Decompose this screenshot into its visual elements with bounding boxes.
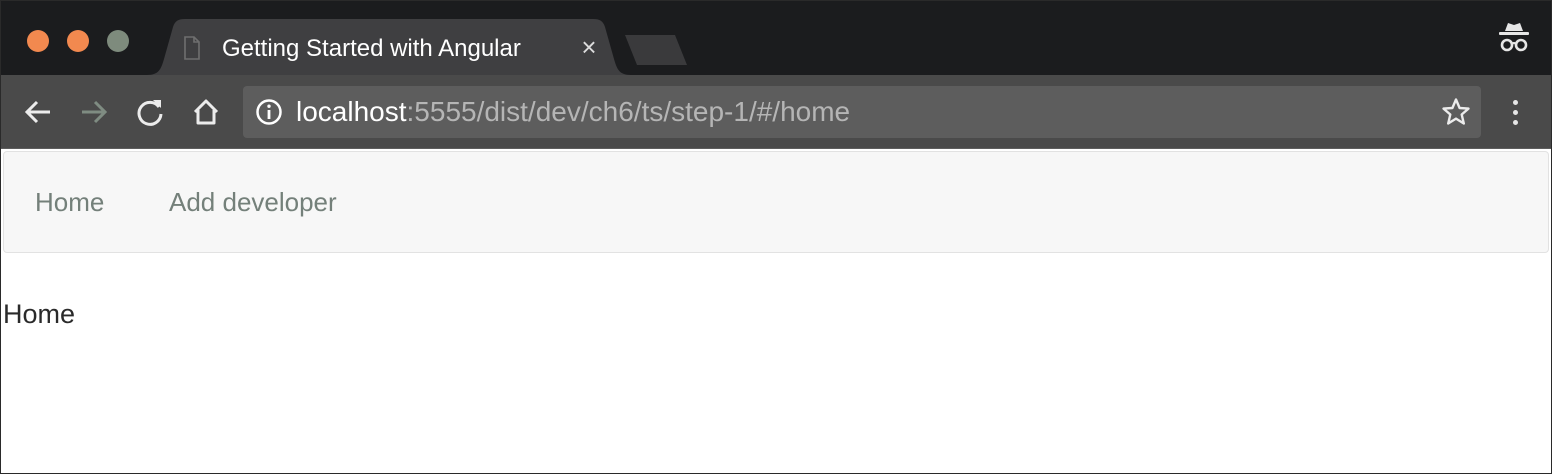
window-close-button[interactable]: [27, 30, 49, 52]
arrow-right-icon: [82, 100, 108, 124]
window-minimize-button[interactable]: [67, 30, 89, 52]
home-button[interactable]: [188, 94, 224, 130]
browser-window: Getting Started with Angular × localhost…: [0, 0, 1552, 474]
menu-dot: [1512, 119, 1518, 125]
forward-button[interactable]: [76, 94, 112, 130]
nav-link-home[interactable]: Home: [35, 187, 104, 218]
info-icon[interactable]: [255, 98, 283, 126]
url-path: :5555/dist/dev/ch6/ts/step-1/#/home: [406, 96, 851, 127]
url-host: localhost: [296, 96, 407, 127]
star-icon[interactable]: [1441, 97, 1471, 127]
nav-link-add-developer[interactable]: Add developer: [169, 187, 337, 218]
back-button[interactable]: [20, 94, 56, 130]
menu-dot: [1512, 109, 1518, 115]
browser-toolbar: localhost:5555/dist/dev/ch6/ts/step-1/#/…: [1, 75, 1551, 149]
app-navbar: Home Add developer: [3, 151, 1549, 253]
tab-strip: Getting Started with Angular ×: [1, 1, 1551, 75]
url-text[interactable]: localhost:5555/dist/dev/ch6/ts/step-1/#/…: [296, 96, 850, 128]
window-maximize-button[interactable]: [107, 30, 129, 52]
tab-title: Getting Started with Angular: [222, 35, 521, 62]
page-icon: [184, 36, 200, 60]
menu-dot: [1512, 99, 1518, 105]
address-bar[interactable]: localhost:5555/dist/dev/ch6/ts/step-1/#/…: [243, 86, 1481, 138]
tab-close-icon[interactable]: ×: [576, 34, 602, 60]
kebab-menu-icon[interactable]: [1503, 94, 1527, 130]
incognito-icon: [1499, 23, 1529, 52]
tab-active[interactable]: Getting Started with Angular ×: [147, 19, 631, 75]
reload-button[interactable]: [132, 94, 168, 130]
page-content-text: Home: [3, 299, 76, 329]
reload-icon: [137, 100, 163, 126]
arrow-left-icon: [24, 100, 50, 124]
new-tab-button[interactable]: [623, 35, 689, 65]
home-icon: [193, 99, 219, 125]
